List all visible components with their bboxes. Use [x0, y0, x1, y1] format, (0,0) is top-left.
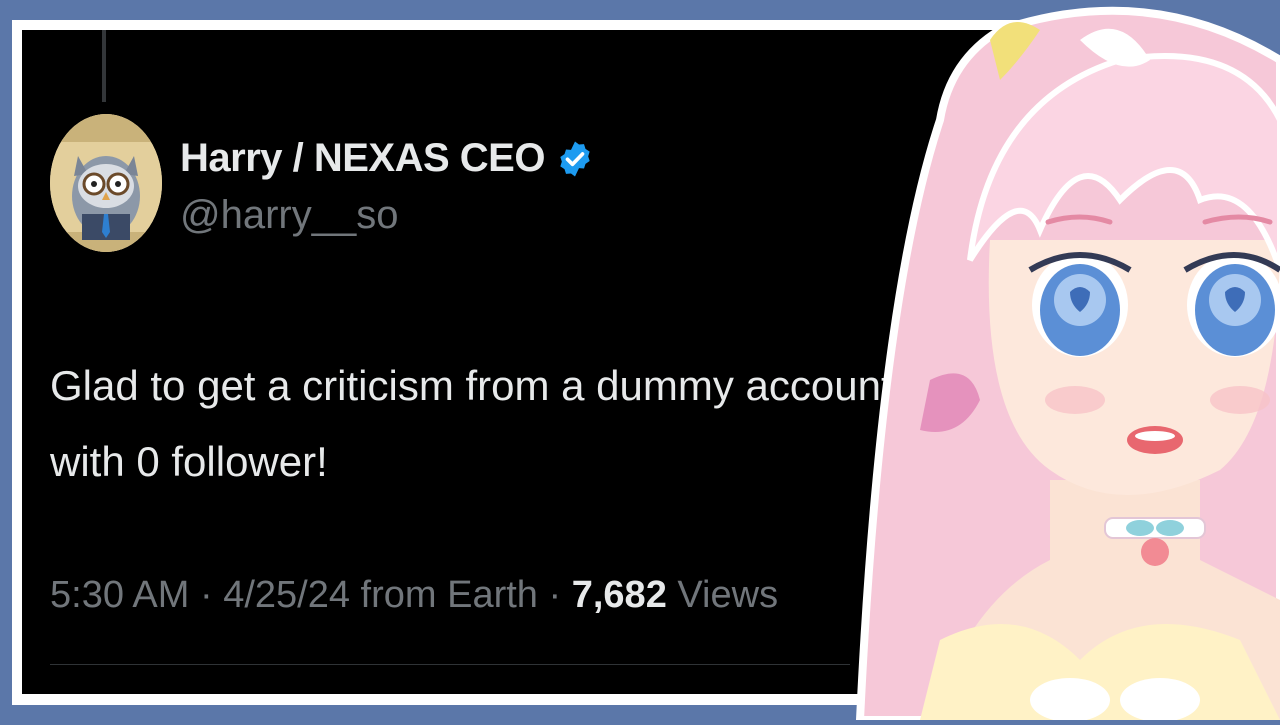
tweet-time[interactable]: 5:30 AM: [50, 574, 189, 616]
tweet-date[interactable]: 4/25/24: [223, 574, 350, 616]
tweet-divider: [50, 664, 850, 665]
tweet-source: from Earth: [350, 574, 538, 616]
views-label: Views: [666, 574, 779, 616]
meta-separator: ·: [189, 574, 224, 616]
verified-badge-icon: [555, 139, 595, 179]
author-display-name[interactable]: Harry / NEXAS CEO: [180, 136, 545, 181]
tweet-metadata: 5:30 AM · 4/25/24 from Earth · 7,682 Vie…: [50, 574, 778, 617]
thread-connector-line: [102, 30, 106, 102]
author-handle[interactable]: @harry__so: [180, 193, 595, 238]
views-count[interactable]: 7,682: [572, 574, 667, 616]
tweet-text-line: Glad to get a criticism from a dummy acc…: [50, 362, 893, 409]
anime-character-illustration: [820, 0, 1280, 724]
owl-avatar-icon[interactable]: [50, 114, 162, 252]
meta-separator: ·: [537, 574, 572, 616]
tweet-text-line: with 0 follower!: [50, 438, 328, 485]
tweet-author: Harry / NEXAS CEO @harry__so: [180, 136, 595, 238]
tweet-text: Glad to get a criticism from a dummy acc…: [50, 348, 950, 500]
